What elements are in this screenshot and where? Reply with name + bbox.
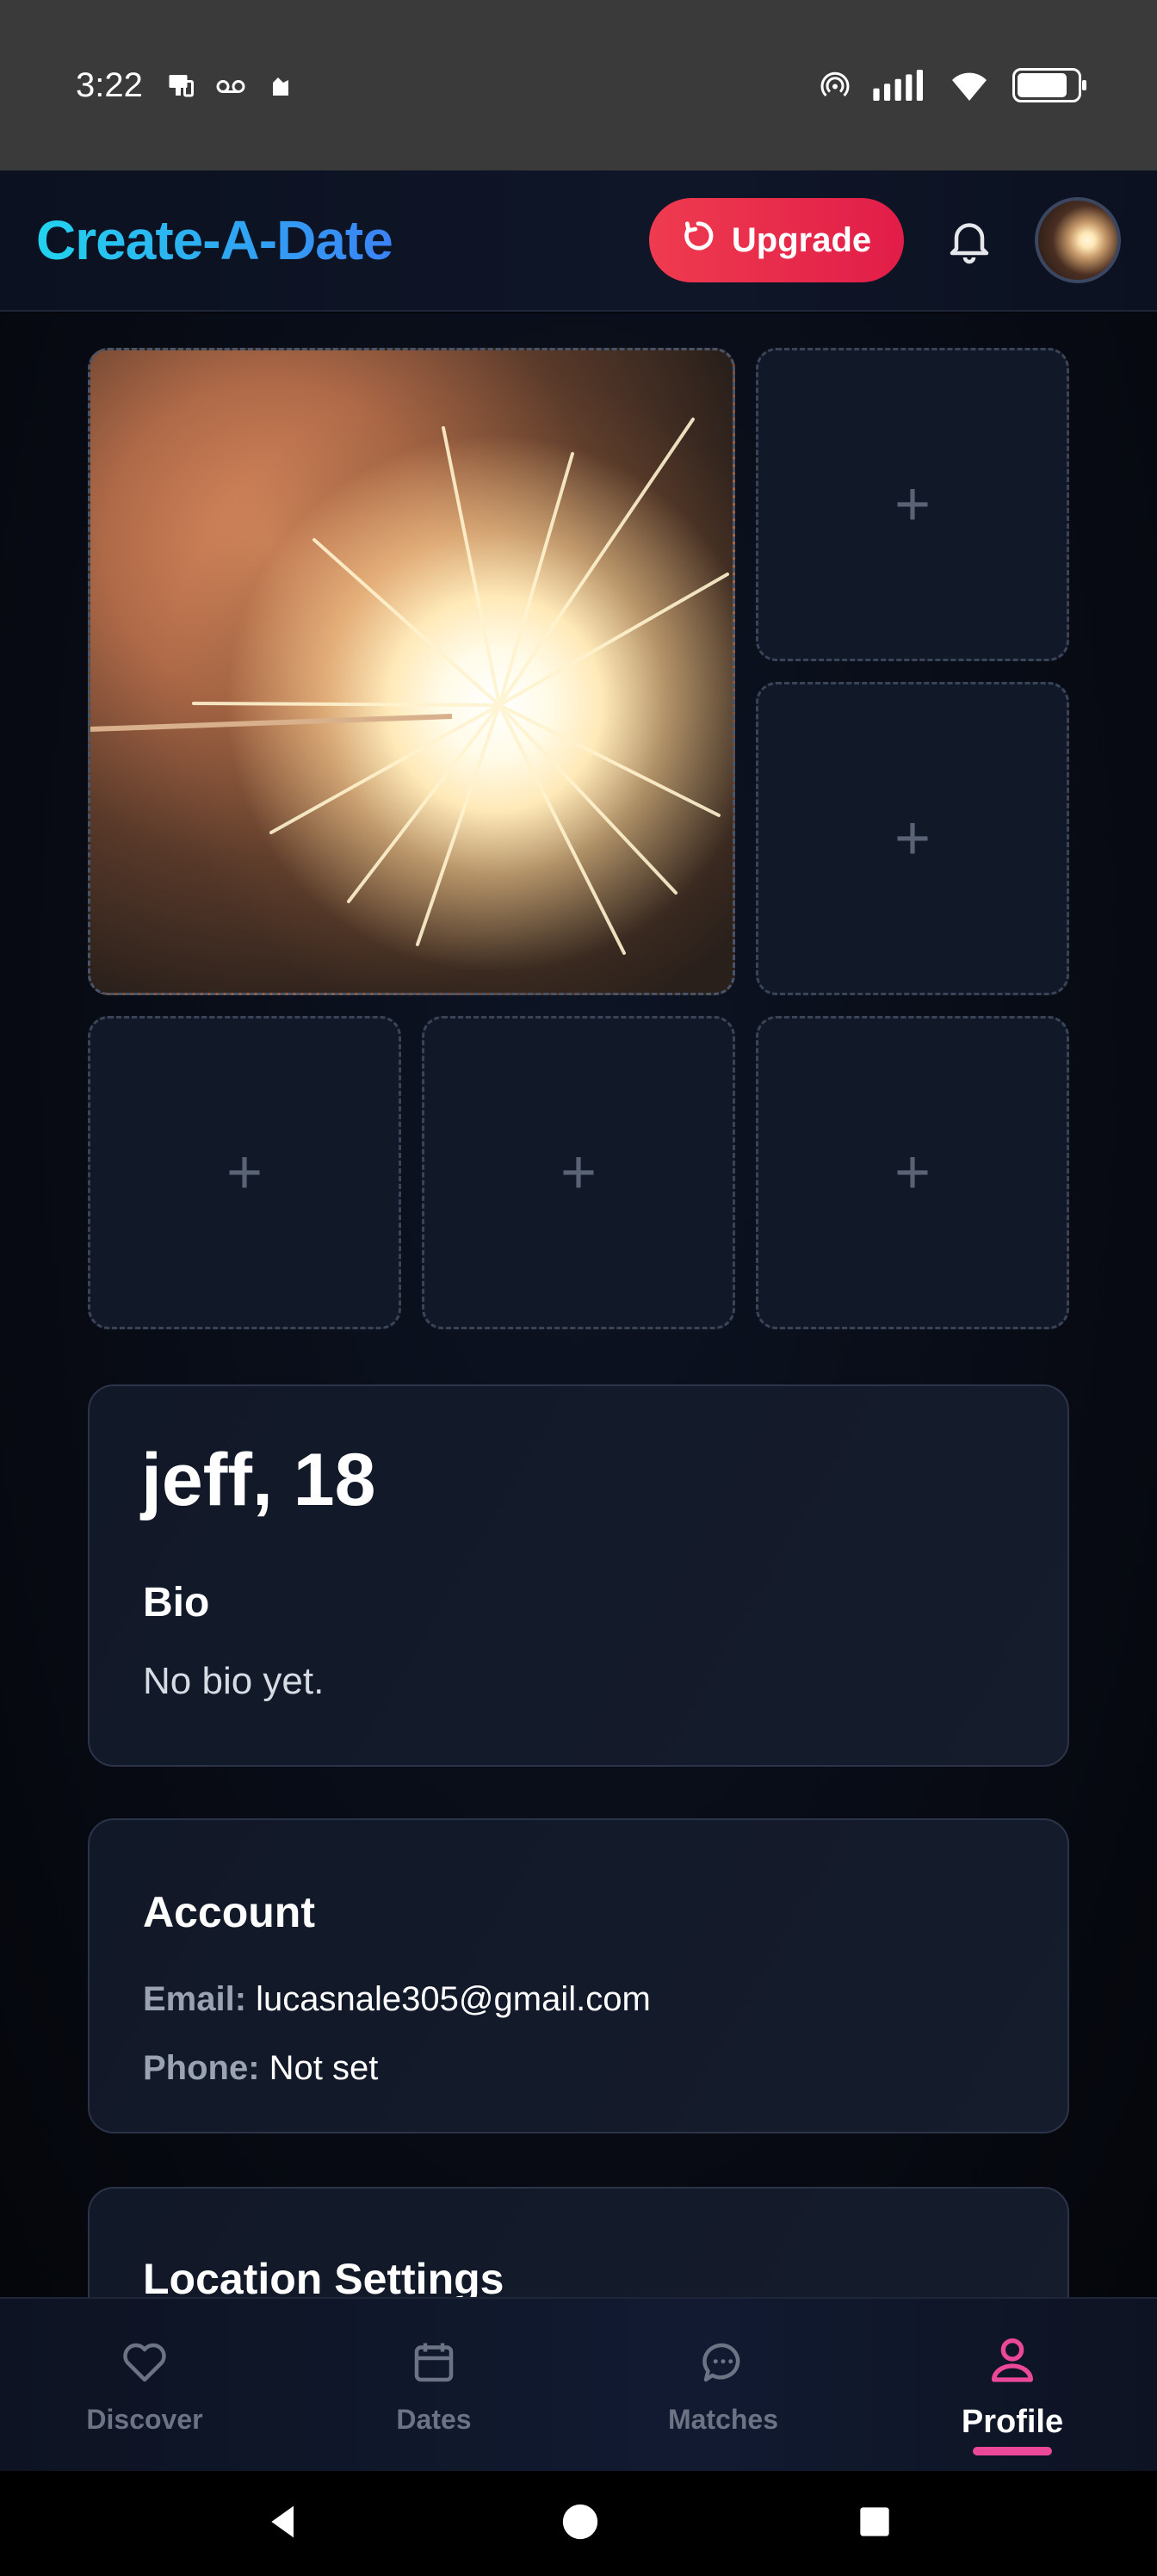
bio-label: Bio [143,1580,210,1625]
bottom-nav: Discover Dates Matches Profile [0,2297,1157,2471]
back-icon[interactable] [265,2503,303,2545]
app-header: Create-A-Date Upgrade [0,170,1157,312]
wifi-icon [949,70,990,101]
nav-label: Dates [396,2403,472,2435]
chat-icon [697,2337,749,2395]
add-photo-icon: + [226,1138,263,1207]
nav-discover[interactable]: Discover [0,2299,289,2473]
profile-photo-main[interactable] [88,348,735,995]
profile-name-age: jeff, 18 [141,1439,376,1521]
nav-label: Profile [961,2403,1064,2440]
cloud-icon [265,70,296,101]
status-time: 3:22 [76,65,143,104]
account-card: Account Email: lucasnale305@gmail.com Ph… [88,1818,1069,2133]
voicemail-icon [215,70,246,101]
avatar[interactable] [1035,197,1121,283]
nav-label: Matches [667,2403,779,2435]
home-icon[interactable] [561,2503,599,2545]
hotspot-icon [820,70,851,101]
upgrade-icon [682,220,715,261]
recents-icon[interactable] [857,2505,892,2543]
user-icon [985,2331,1040,2395]
add-photo-icon: + [894,470,931,539]
signal-icon [873,70,926,101]
calendar-icon [408,2337,460,2395]
phone-label: Phone: [143,2049,260,2087]
add-photo-slot[interactable]: + [756,348,1069,661]
add-photo-slot[interactable]: + [756,682,1069,995]
battery-icon [1012,68,1086,102]
add-photo-icon: + [560,1138,597,1207]
nav-profile[interactable]: Profile [868,2299,1157,2473]
location-settings-title: Location Settings [143,2255,504,2297]
upgrade-button[interactable]: Upgrade [649,198,904,282]
notifications-bell-icon[interactable] [944,214,995,266]
nav-dates[interactable]: Dates [289,2299,578,2473]
add-photo-slot[interactable]: + [88,1016,401,1329]
app-title: Create-A-Date [36,209,393,271]
active-tab-indicator [973,2447,1052,2455]
upgrade-label: Upgrade [731,220,872,259]
location-settings-card[interactable]: Location Settings [88,2187,1069,2297]
add-photo-slot[interactable]: + [422,1016,735,1329]
bio-text: No bio yet. [143,1660,325,1702]
profile-info-card: jeff, 18 Bio No bio yet. [88,1384,1069,1767]
status-bar: 3:22 [0,0,1157,170]
email-row: Email: lucasnale305@gmail.com [143,1980,651,2019]
screen-cast-icon [165,70,196,101]
add-photo-icon: + [894,804,931,873]
system-nav-bar [0,2471,1157,2576]
account-title: Account [143,1888,315,1936]
heart-icon [119,2337,170,2395]
photo-grid: + + + + + [88,348,1069,1333]
profile-content[interactable]: + + + + + jeff, 18 Bio No bio yet. Accou… [0,313,1157,2297]
email-label: Email: [143,1980,247,2018]
add-photo-icon: + [894,1138,931,1207]
email-value: lucasnale305@gmail.com [256,1980,651,2018]
phone-row: Phone: Not set [143,2049,378,2088]
phone-value: Not set [269,2049,379,2087]
nav-matches[interactable]: Matches [578,2299,868,2473]
add-photo-slot[interactable]: + [756,1016,1069,1329]
nav-label: Discover [86,2403,203,2435]
sparkler-image [90,418,729,955]
